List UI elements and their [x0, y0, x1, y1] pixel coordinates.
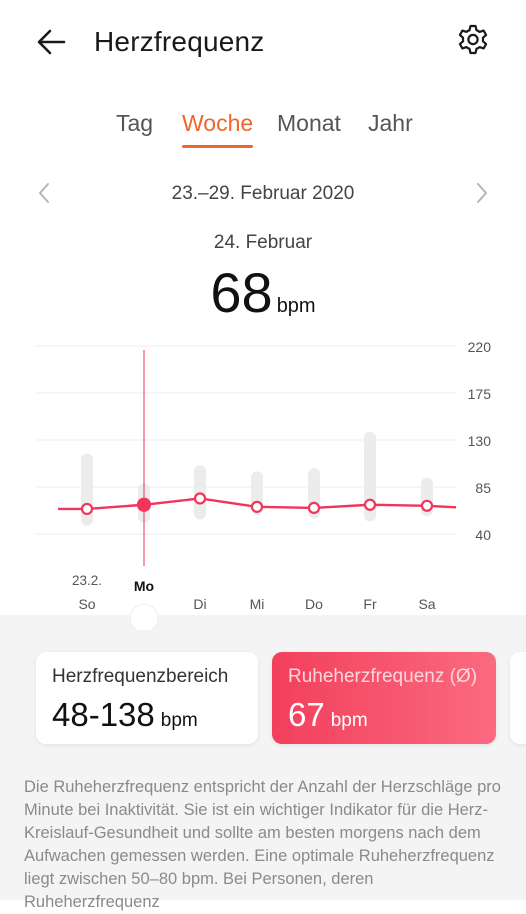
data-point — [420, 499, 434, 512]
selected-heart-rate: 68 bpm — [0, 260, 526, 325]
data-point — [136, 497, 152, 512]
selected-bpm-unit: bpm — [276, 295, 316, 317]
y-tick-label: 40 — [475, 527, 491, 543]
resting-card-value: 67 — [288, 696, 325, 733]
y-tick-label: 175 — [468, 386, 492, 402]
x-tick-label: Fr — [363, 596, 377, 612]
back-arrow-icon[interactable] — [34, 24, 70, 60]
next-card-peek[interactable] — [510, 652, 526, 744]
range-bar — [194, 465, 206, 520]
gear-icon[interactable] — [454, 22, 492, 60]
y-tick-label: 130 — [468, 433, 492, 449]
data-point — [307, 501, 321, 514]
tab-day[interactable]: Tag — [116, 110, 153, 137]
chevron-right-icon[interactable] — [472, 180, 492, 206]
y-tick-label: 220 — [468, 339, 492, 355]
y-tick-label: 85 — [475, 480, 491, 496]
resting-card-unit: bpm — [330, 710, 368, 731]
first-date-label: 23.2. — [72, 573, 102, 588]
data-point — [80, 502, 94, 516]
resting-heart-rate-card[interactable]: Ruheherzfrequenz (Ø) 67 bpm — [272, 652, 496, 744]
heart-rate-range-card[interactable]: Herzfrequenzbereich 48-138 bpm — [36, 652, 258, 744]
active-tab-indicator — [182, 145, 253, 148]
selected-date: 24. Februar — [213, 232, 313, 253]
range-card-unit: bpm — [160, 710, 198, 731]
tab-week[interactable]: Woche — [182, 110, 253, 137]
range-card-label: Herzfrequenzbereich — [52, 666, 229, 687]
x-tick-label: So — [78, 596, 95, 612]
x-tick-label: Sa — [418, 596, 435, 612]
selector-knob[interactable] — [129, 603, 159, 630]
x-tick-label: Mi — [250, 596, 265, 612]
x-tick-label: Mo — [134, 578, 154, 594]
tab-month[interactable]: Monat — [277, 110, 341, 137]
range-card-value: 48-138 — [52, 696, 155, 733]
selected-bpm-value: 68 — [210, 261, 273, 324]
data-point — [193, 492, 207, 505]
x-tick-label: Di — [193, 596, 206, 612]
date-range: 23.–29. Februar 2020 — [171, 183, 355, 204]
resting-card-label: Ruheherzfrequenz (Ø) — [288, 666, 478, 687]
data-point — [250, 500, 264, 513]
data-point — [363, 498, 377, 511]
heart-rate-week-chart[interactable]: 220 175 130 85 40 23.2. So Mo Di Mi Do Fr Sa — [0, 330, 526, 630]
page-title: Herzfrequenz — [94, 26, 265, 57]
tab-year[interactable]: Jahr — [368, 110, 413, 137]
resting-rate-description: Die Ruheherzfrequenz entspricht der Anza… — [24, 778, 501, 911]
x-tick-label: Do — [305, 596, 323, 612]
